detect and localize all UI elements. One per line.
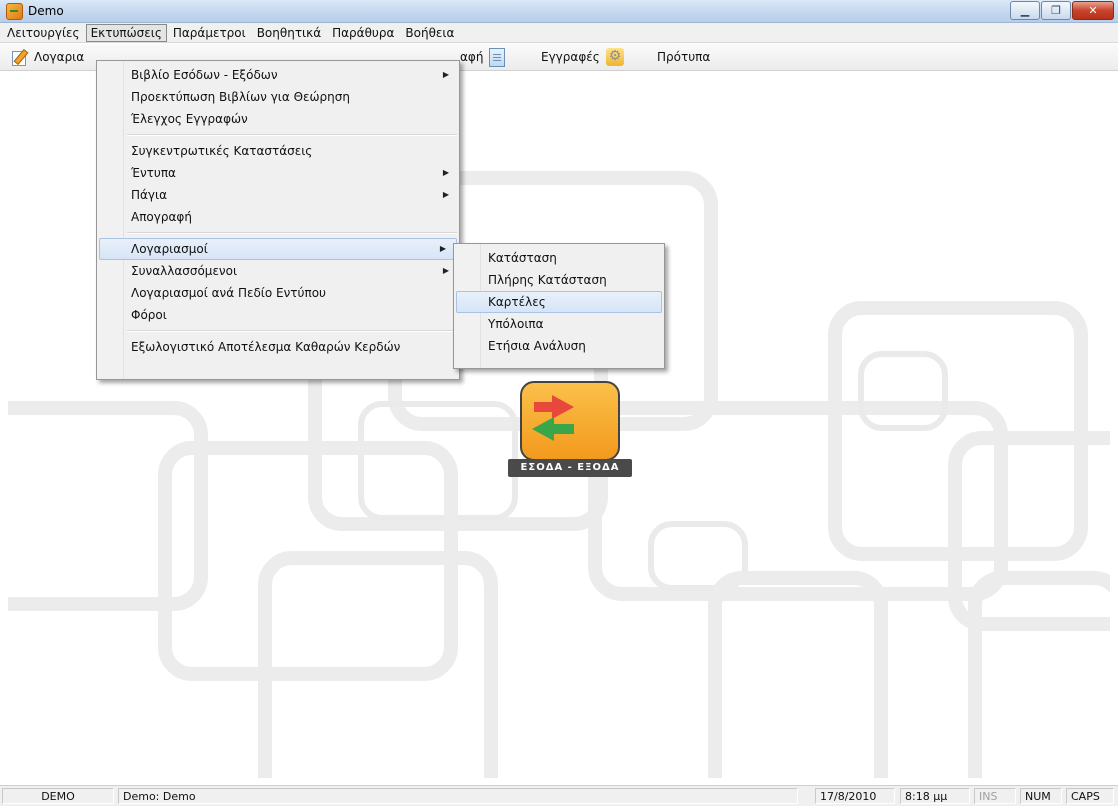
- submenu-item-statement[interactable]: Κατάσταση: [454, 247, 664, 269]
- menu-item-label: Προεκτύπωση Βιβλίων για Θεώρηση: [131, 90, 350, 104]
- submenu-item-full-statement[interactable]: Πλήρης Κατάσταση: [454, 269, 664, 291]
- menu-item-label: Συναλλασσόμενοι: [131, 264, 238, 278]
- entries-toolbar-label: Εγγραφές: [541, 50, 600, 64]
- logo-arrow-left-head: [532, 417, 554, 441]
- status-ins: INS: [974, 788, 1016, 804]
- submenu-arrow-icon: ▶: [442, 266, 449, 275]
- menu-item-accounts-per-form-field[interactable]: Λογαριασμοί ανά Πεδίο Εντύπου: [97, 282, 459, 304]
- logo-caption: ΕΣΟΔΑ - ΕΞΟΔΑ: [508, 459, 632, 477]
- entries-toolbar-button[interactable]: Εγγραφές: [541, 47, 624, 67]
- menu-parameters[interactable]: Παράμετροι: [168, 24, 251, 42]
- income-expenses-logo: ΕΣΟΔΑ - ΕΞΟΔΑ: [508, 381, 632, 481]
- accounts-toolbar-label: Λογαρια: [34, 50, 85, 64]
- menu-item-preprint-books[interactable]: Προεκτύπωση Βιβλίων για Θεώρηση: [97, 86, 459, 108]
- pencil-icon: [12, 49, 28, 66]
- app-icon: [6, 3, 23, 20]
- entry-toolbar-label: αφή: [460, 50, 484, 64]
- accounts-toolbar-button[interactable]: Λογαρια: [12, 47, 84, 67]
- window-controls: ▁ ❐ ✕: [1010, 1, 1114, 20]
- status-time: 8:18 μμ: [900, 788, 970, 804]
- status-company: Demo: Demo: [118, 788, 798, 804]
- title-bar: Demo ▁ ❐ ✕: [0, 0, 1118, 23]
- menu-item-label: Συγκεντρωτικές Καταστάσεις: [131, 144, 313, 158]
- background-shape: [708, 571, 888, 778]
- menu-item-fixed-assets[interactable]: Πάγια ▶: [97, 184, 459, 206]
- submenu-arrow-icon: ▶: [439, 244, 446, 253]
- menu-separator: [127, 330, 457, 332]
- background-shape: [968, 571, 1110, 778]
- submenu-arrow-icon: ▶: [442, 190, 449, 199]
- menu-item-label: Έλεγχος Εγγραφών: [131, 112, 248, 126]
- menu-item-inventory[interactable]: Απογραφή: [97, 206, 459, 228]
- menu-item-entries-check[interactable]: Έλεγχος Εγγραφών: [97, 108, 459, 130]
- restore-icon: ❐: [1051, 4, 1061, 17]
- menu-separator: [127, 232, 457, 234]
- templates-toolbar-label: Πρότυπα: [657, 50, 711, 64]
- menu-windows[interactable]: Παράθυρα: [327, 24, 399, 42]
- menu-item-label: Υπόλοιπα: [488, 317, 544, 331]
- menu-item-counterparties[interactable]: Συναλλασσόμενοι ▶: [97, 260, 459, 282]
- menu-item-accounts[interactable]: Λογαριασμοί ▶: [99, 238, 457, 260]
- minimize-button[interactable]: ▁: [1010, 1, 1040, 20]
- menu-item-forms[interactable]: Έντυπα ▶: [97, 162, 459, 184]
- menu-item-income-expense-book[interactable]: Βιβλίο Εσόδων - Εξόδων ▶: [97, 64, 459, 86]
- background-shape: [258, 551, 498, 778]
- menu-item-off-book-net-profit[interactable]: Εξωλογιστικό Αποτέλεσμα Καθαρών Κερδών: [97, 336, 459, 358]
- submenu-item-annual-analysis[interactable]: Ετήσια Ανάλυση: [454, 335, 664, 357]
- background-shape: [858, 351, 948, 431]
- window-title: Demo: [28, 4, 64, 18]
- logo-arrow-left-icon: [552, 424, 574, 434]
- menu-item-label: Φόροι: [131, 308, 167, 322]
- status-mode: DEMO: [2, 788, 114, 804]
- submenu-arrow-icon: ▶: [442, 168, 449, 177]
- menu-item-label: Λογαριασμοί: [131, 242, 208, 256]
- menu-help[interactable]: Βοήθεια: [400, 24, 459, 42]
- settings-gear-icon: [605, 48, 624, 66]
- close-button[interactable]: ✕: [1072, 1, 1114, 20]
- restore-button[interactable]: ❐: [1041, 1, 1071, 20]
- menu-separator: [127, 134, 457, 136]
- menu-item-summary-statements[interactable]: Συγκεντρωτικές Καταστάσεις: [97, 140, 459, 162]
- menu-bar: Λειτουργίες Εκτυπώσεις Παράμετροι Βοηθητ…: [0, 23, 1118, 43]
- status-num: NUM: [1020, 788, 1062, 804]
- accounts-submenu: Κατάσταση Πλήρης Κατάσταση Καρτέλες Υπόλ…: [453, 243, 665, 369]
- menu-item-taxes[interactable]: Φόροι: [97, 304, 459, 326]
- menu-item-label: Έντυπα: [131, 166, 176, 180]
- minimize-icon: ▁: [1020, 4, 1030, 17]
- menu-item-label: Πλήρης Κατάσταση: [488, 273, 607, 287]
- entry-toolbar-button[interactable]: αφή: [460, 47, 506, 67]
- menu-utilities[interactable]: Βοηθητικά: [252, 24, 326, 42]
- menu-functions[interactable]: Λειτουργίες: [2, 24, 85, 42]
- menu-item-label: Απογραφή: [131, 210, 192, 224]
- templates-toolbar-button[interactable]: Πρότυπα: [657, 47, 710, 67]
- menu-item-label: Καρτέλες: [488, 295, 546, 309]
- menu-item-label: Κατάσταση: [488, 251, 557, 265]
- status-date: 17/8/2010: [815, 788, 895, 804]
- submenu-item-ledger-cards[interactable]: Καρτέλες: [456, 291, 662, 313]
- status-caps: CAPS: [1066, 788, 1114, 804]
- prints-dropdown-menu: Βιβλίο Εσόδων - Εξόδων ▶ Προεκτύπωση Βιβ…: [96, 60, 460, 380]
- menu-item-label: Εξωλογιστικό Αποτέλεσμα Καθαρών Κερδών: [131, 340, 401, 354]
- menu-item-label: Πάγια: [131, 188, 168, 202]
- menu-item-label: Βιβλίο Εσόδων - Εξόδων: [131, 68, 278, 82]
- submenu-arrow-icon: ▶: [442, 70, 449, 79]
- submenu-item-balances[interactable]: Υπόλοιπα: [454, 313, 664, 335]
- close-icon: ✕: [1088, 4, 1098, 17]
- status-bar: DEMO Demo: Demo 17/8/2010 8:18 μμ INS NU…: [0, 785, 1118, 806]
- menu-item-label: Ετήσια Ανάλυση: [488, 339, 586, 353]
- logo-arrow-right-head: [552, 395, 574, 419]
- document-icon: [489, 47, 506, 67]
- menu-prints[interactable]: Εκτυπώσεις: [85, 23, 167, 42]
- menu-item-label: Λογαριασμοί ανά Πεδίο Εντύπου: [131, 286, 326, 300]
